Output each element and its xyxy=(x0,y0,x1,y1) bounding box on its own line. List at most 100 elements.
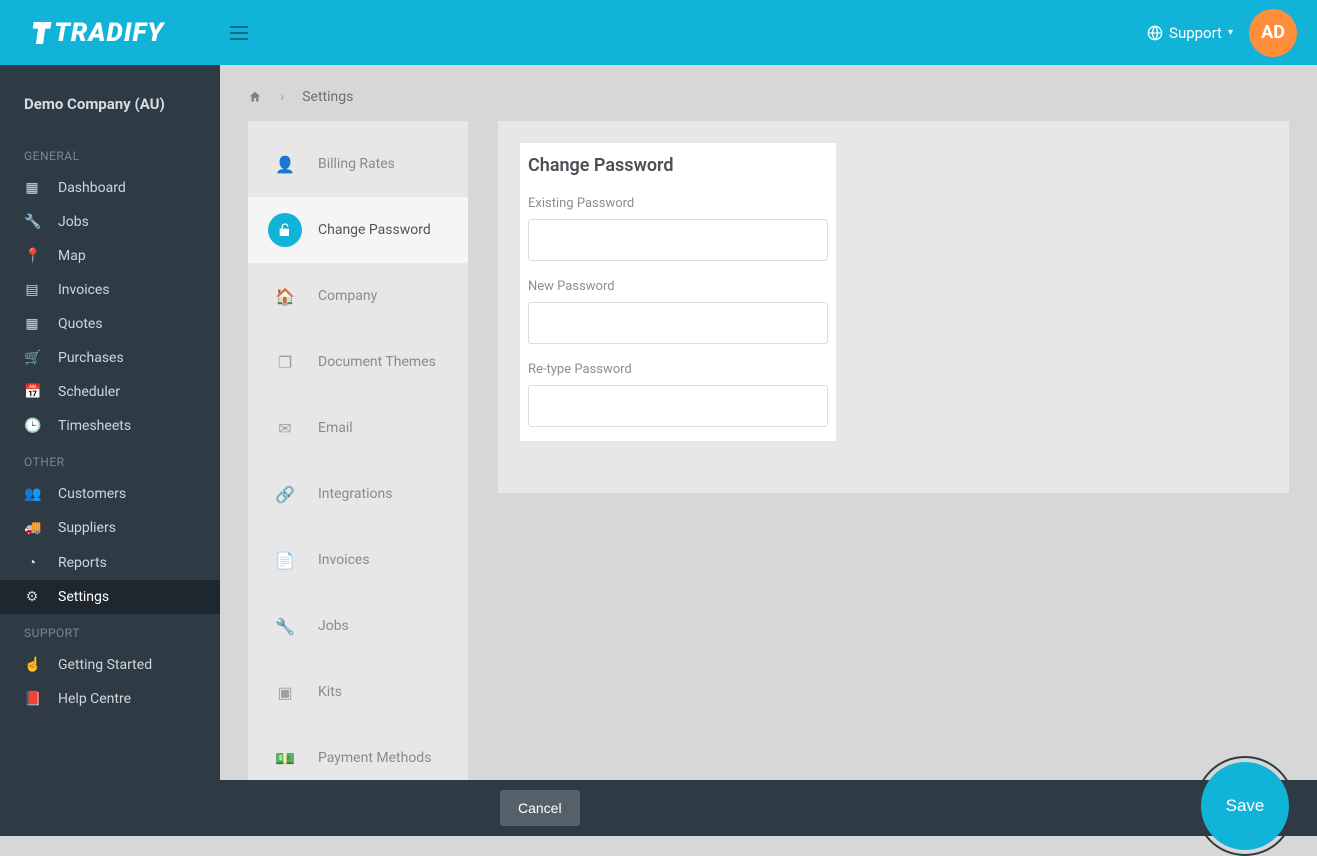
top-bar: TRADIFY Support ▾ AD xyxy=(0,0,1317,65)
file-icon: ▤ xyxy=(24,282,40,298)
save-button[interactable]: Save xyxy=(1201,762,1289,850)
settings-item-kits[interactable]: ▣ Kits xyxy=(248,659,468,725)
settings-item-billing-rates[interactable]: 👤 Billing Rates xyxy=(248,131,468,197)
sidebar-item-label: Settings xyxy=(58,589,109,605)
truck-icon: 🚚 xyxy=(24,520,40,536)
sidebar-item-label: Help Centre xyxy=(58,691,131,707)
sidebar-item-timesheets[interactable]: 🕒 Timesheets xyxy=(0,409,220,443)
sidebar-item-jobs[interactable]: 🔧 Jobs xyxy=(0,205,220,239)
settings-item-change-password[interactable]: Change Password xyxy=(248,197,468,263)
settings-item-label: Company xyxy=(318,288,377,304)
sidebar-item-label: Quotes xyxy=(58,316,103,332)
existing-password-label: Existing Password xyxy=(528,196,828,211)
settings-item-label: Invoices xyxy=(318,552,370,568)
sidebar: Demo Company (AU) GENERAL ▦ Dashboard 🔧 … xyxy=(0,65,220,836)
sidebar-item-quotes[interactable]: ▦ Quotes xyxy=(0,307,220,341)
new-password-input[interactable] xyxy=(528,302,828,344)
chevron-right-icon: › xyxy=(280,89,284,105)
main: › Settings 👤 Billing Rates Change Passwo… xyxy=(220,65,1317,836)
sidebar-item-suppliers[interactable]: 🚚 Suppliers xyxy=(0,511,220,545)
chevron-down-icon: ▾ xyxy=(1228,27,1233,38)
cart-icon: 🛒 xyxy=(24,350,40,366)
book-icon: 📕 xyxy=(24,691,40,707)
panel-title: Change Password xyxy=(528,155,828,176)
settings-nav: 👤 Billing Rates Change Password 🏠 Compan… xyxy=(248,121,468,836)
sidebar-item-label: Reports xyxy=(58,555,107,571)
link-icon: 🔗 xyxy=(268,477,302,511)
breadcrumb-current: Settings xyxy=(302,89,353,105)
new-password-label: New Password xyxy=(528,279,828,294)
lock-icon xyxy=(268,213,302,247)
top-right: Support ▾ AD xyxy=(1147,9,1297,57)
envelope-icon: ✉ xyxy=(268,411,302,445)
chart-icon: ◔ xyxy=(24,554,40,571)
sidebar-item-getting-started[interactable]: ☝ Getting Started xyxy=(0,648,220,682)
menu-toggle-icon[interactable] xyxy=(220,26,260,40)
cancel-button[interactable]: Cancel xyxy=(500,790,580,826)
sidebar-item-purchases[interactable]: 🛒 Purchases xyxy=(0,341,220,375)
sidebar-item-invoices[interactable]: ▤ Invoices xyxy=(0,273,220,307)
sidebar-item-label: Suppliers xyxy=(58,520,116,536)
home-icon: 🏠 xyxy=(268,279,302,313)
avatar-initials: AD xyxy=(1261,22,1285,43)
copy-icon: ❐ xyxy=(268,345,302,379)
settings-item-integrations[interactable]: 🔗 Integrations xyxy=(248,461,468,527)
person-icon: 👤 xyxy=(268,147,302,181)
sidebar-item-label: Timesheets xyxy=(58,418,131,434)
logo-mark-icon xyxy=(30,22,51,44)
users-icon: 👥 xyxy=(24,486,40,502)
settings-item-invoices[interactable]: 📄 Invoices xyxy=(248,527,468,593)
bottom-bar: Cancel xyxy=(220,780,1317,836)
settings-item-label: Change Password xyxy=(318,222,431,238)
boxes-icon: ▣ xyxy=(268,675,302,709)
sidebar-item-label: Purchases xyxy=(58,350,124,366)
globe-icon xyxy=(1147,25,1163,41)
hand-icon: ☝ xyxy=(24,657,40,673)
pin-icon: 📍 xyxy=(24,248,40,264)
sidebar-item-help-centre[interactable]: 📕 Help Centre xyxy=(0,682,220,716)
sidebar-item-dashboard[interactable]: ▦ Dashboard xyxy=(0,171,220,205)
sidebar-item-customers[interactable]: 👥 Customers xyxy=(0,477,220,511)
wrench-icon: 🔧 xyxy=(24,214,40,230)
retype-password-input[interactable] xyxy=(528,385,828,427)
section-label-other: OTHER xyxy=(0,443,220,477)
logo-area: TRADIFY xyxy=(0,18,220,48)
settings-item-label: Payment Methods xyxy=(318,750,431,766)
existing-password-input[interactable] xyxy=(528,219,828,261)
brand-logo[interactable]: TRADIFY xyxy=(32,18,164,48)
brand-name: TRADIFY xyxy=(54,18,164,48)
settings-item-jobs[interactable]: 🔧 Jobs xyxy=(248,593,468,659)
sidebar-item-settings[interactable]: ⚙ Settings xyxy=(0,580,220,614)
support-label: Support xyxy=(1169,24,1222,42)
settings-item-company[interactable]: 🏠 Company xyxy=(248,263,468,329)
sidebar-item-map[interactable]: 📍 Map xyxy=(0,239,220,273)
sidebar-item-label: Customers xyxy=(58,486,126,502)
sidebar-item-label: Getting Started xyxy=(58,657,152,673)
save-fab-ring: Save xyxy=(1195,756,1295,856)
calendar-icon: 📅 xyxy=(24,384,40,400)
sidebar-item-label: Dashboard xyxy=(58,180,126,196)
sidebar-item-label: Jobs xyxy=(58,214,89,230)
sidebar-item-scheduler[interactable]: 📅 Scheduler xyxy=(0,375,220,409)
money-icon: 💵 xyxy=(268,741,302,775)
support-menu[interactable]: Support ▾ xyxy=(1147,24,1233,42)
home-icon[interactable] xyxy=(248,90,262,104)
settings-item-email[interactable]: ✉ Email xyxy=(248,395,468,461)
grid-icon: ▦ xyxy=(24,316,40,332)
settings-item-label: Document Themes xyxy=(318,354,436,370)
sidebar-item-label: Invoices xyxy=(58,282,110,298)
dashboard-icon: ▦ xyxy=(24,180,40,196)
settings-item-document-themes[interactable]: ❐ Document Themes xyxy=(248,329,468,395)
settings-item-label: Integrations xyxy=(318,486,392,502)
retype-password-label: Re-type Password xyxy=(528,362,828,377)
settings-item-label: Email xyxy=(318,420,353,436)
document-icon: 📄 xyxy=(268,543,302,577)
avatar[interactable]: AD xyxy=(1249,9,1297,57)
gear-icon: ⚙ xyxy=(24,589,40,605)
clock-icon: 🕒 xyxy=(24,418,40,434)
settings-item-label: Jobs xyxy=(318,618,349,634)
sidebar-item-reports[interactable]: ◔ Reports xyxy=(0,545,220,580)
settings-item-label: Billing Rates xyxy=(318,156,395,172)
settings-item-label: Kits xyxy=(318,684,342,700)
company-name: Demo Company (AU) xyxy=(0,85,220,137)
